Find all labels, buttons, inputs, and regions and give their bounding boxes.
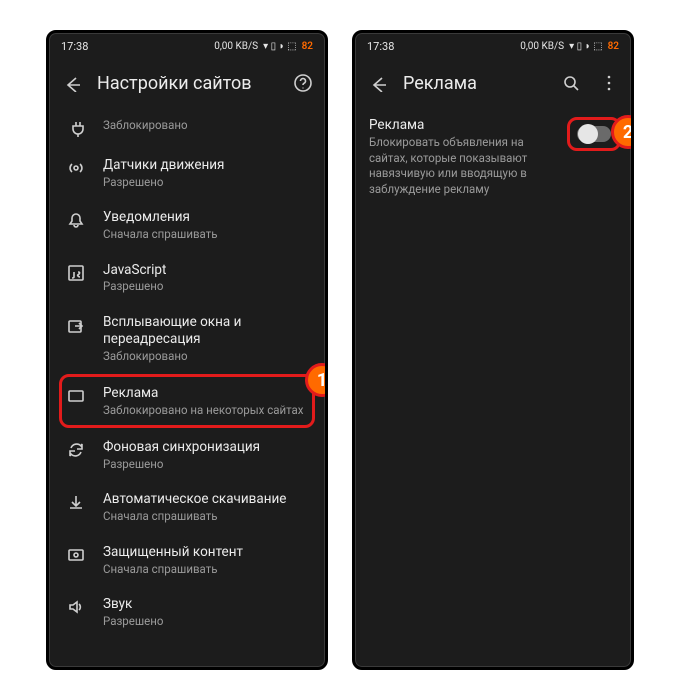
download-icon bbox=[67, 493, 85, 511]
sound-icon bbox=[67, 598, 85, 616]
setting-row-motion[interactable]: Датчики движенияРазрешено bbox=[53, 147, 321, 199]
setting-row-notifications[interactable]: УведомленияСначала спрашивать bbox=[53, 199, 321, 251]
setting-row-sound[interactable]: ЗвукРазрешено bbox=[53, 586, 321, 638]
status-bar: 17:38 0,00 KB/S ▾ ▯ ◗ ⬚ 82 bbox=[49, 33, 325, 59]
help-icon bbox=[294, 74, 312, 92]
status-time: 17:38 bbox=[61, 40, 88, 53]
section-description: Блокировать объявления на сайтах, которы… bbox=[369, 135, 555, 197]
phone-screen-site-settings: 17:38 0,00 KB/S ▾ ▯ ◗ ⬚ 82 Настройки сай… bbox=[46, 30, 328, 670]
setting-row[interactable]: Заблокировано bbox=[53, 107, 321, 147]
sync-icon bbox=[67, 441, 85, 459]
more-button[interactable] bbox=[597, 71, 621, 95]
motion-icon bbox=[67, 159, 85, 177]
back-button[interactable] bbox=[59, 71, 83, 95]
search-icon bbox=[562, 74, 580, 92]
status-bar: 17:38 0,00 KB/S ▾ ▯ ◗ ⬚ 82 bbox=[355, 33, 631, 59]
ads-toggle[interactable] bbox=[577, 126, 611, 142]
status-time: 17:38 bbox=[367, 40, 394, 53]
app-bar: Настройки сайтов bbox=[49, 59, 325, 107]
plug-icon bbox=[67, 119, 85, 137]
setting-row-popups[interactable]: Всплывающие окна и переадресацияЗаблокир… bbox=[53, 304, 321, 373]
help-button[interactable] bbox=[291, 71, 315, 95]
battery-level: 82 bbox=[302, 41, 313, 52]
popup-icon bbox=[67, 316, 85, 334]
bell-icon bbox=[67, 211, 85, 229]
status-icons: 0,00 KB/S ▾ ▯ ◗ ⬚ 82 bbox=[520, 41, 619, 52]
phone-screen-ads-detail: 17:38 0,00 KB/S ▾ ▯ ◗ ⬚ 82 Реклама Рекла… bbox=[352, 30, 634, 670]
battery-level: 82 bbox=[608, 41, 619, 52]
arrow-left-icon bbox=[368, 74, 386, 92]
page-title: Настройки сайтов bbox=[97, 73, 277, 94]
back-button[interactable] bbox=[365, 71, 389, 95]
setting-row-javascript[interactable]: JavaScriptРазрешено bbox=[53, 252, 321, 304]
more-vert-icon bbox=[600, 74, 618, 92]
protect-icon bbox=[67, 546, 85, 564]
search-button[interactable] bbox=[559, 71, 583, 95]
page-title: Реклама bbox=[403, 73, 545, 94]
ads-icon bbox=[67, 387, 85, 405]
setting-row-ads[interactable]: РекламаЗаблокировано на некоторых сайтах bbox=[53, 373, 321, 429]
arrow-left-icon bbox=[62, 74, 80, 92]
setting-row-autodownload[interactable]: Автоматическое скачиваниеСначала спрашив… bbox=[53, 481, 321, 533]
setting-row-protected[interactable]: Защищенный контентСначала спрашивать bbox=[53, 534, 321, 586]
setting-row-bgsync[interactable]: Фоновая синхронизацияРазрешено bbox=[53, 429, 321, 481]
app-bar: Реклама bbox=[355, 59, 631, 107]
js-icon bbox=[67, 264, 85, 282]
settings-list: Заблокировано Датчики движенияРазрешено … bbox=[49, 107, 325, 648]
status-icons: 0,00 KB/S ▾ ▯ ◗ ⬚ 82 bbox=[214, 41, 313, 52]
